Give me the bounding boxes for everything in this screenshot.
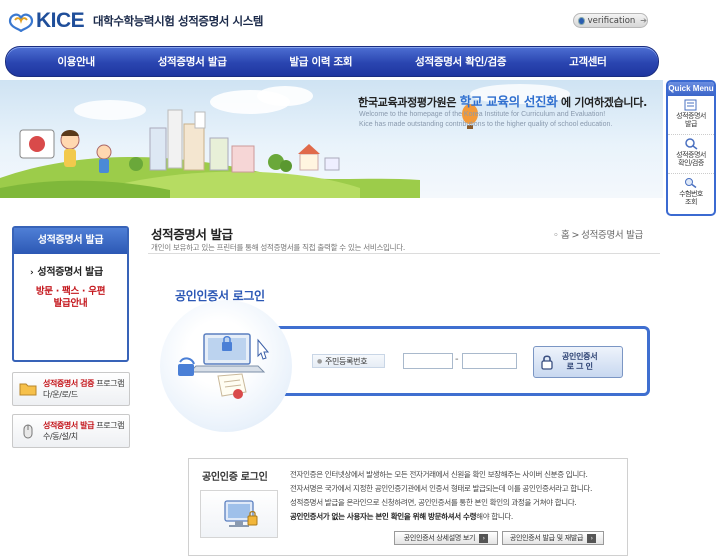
info-line-3: 성적증명서 발급을 온라인으로 신청하려면, 공인인증서를 통한 본인 확인의 … bbox=[290, 498, 577, 507]
breadcrumb-home[interactable]: 홈 bbox=[561, 230, 570, 241]
download-verify-label: 성적증명서 검증 프로그램 다/운/로/드 bbox=[43, 379, 125, 399]
arrow-right-icon: › bbox=[587, 533, 597, 543]
quick-menu: Quick Menu 성적증명서 발급 성적증명서 확인/검증 수험번호 조회 bbox=[666, 80, 716, 216]
system-title: 대학수학능력시험 성적증명서 시스템 bbox=[93, 14, 264, 28]
verification-button[interactable]: verification ➔ bbox=[573, 13, 648, 28]
sidebar-item-label: 발급안내 bbox=[53, 298, 88, 309]
quick-menu-title: Quick Menu bbox=[668, 82, 714, 96]
nav-item-support[interactable]: 고객센터 bbox=[569, 54, 607, 69]
folder-icon bbox=[19, 383, 37, 396]
info-line-1: 전자인증은 인터넷상에서 발생하는 모든 전자거래에서 신원을 확인 보장해주는… bbox=[290, 470, 588, 479]
verification-label: verification bbox=[587, 15, 636, 26]
breadcrumb-separator: > bbox=[571, 230, 580, 241]
monitor-lock-icon bbox=[224, 500, 258, 527]
lock-icon bbox=[541, 355, 553, 370]
banner-slogan-post: 에 기여하겠습니다. bbox=[560, 96, 647, 109]
quick-menu-label: 성적증명서 확인/검증 bbox=[676, 151, 706, 167]
sidebar-item-label: 방문 · 팩스 · 우편 bbox=[35, 286, 106, 297]
resident-number-dash: - bbox=[455, 354, 459, 365]
document-icon bbox=[684, 99, 697, 111]
resident-number-back-input[interactable] bbox=[462, 353, 517, 369]
page-description: 개인이 보유하고 있는 프린터를 통해 성적증명서를 직접 출력할 수 있는 서… bbox=[151, 243, 405, 252]
banner-slogan: 한국교육과정평가원은 학교 교육의 선진화 에 기여하겠습니다. bbox=[358, 91, 647, 110]
main-nav: 이용안내 성적증명서 발급 발급 이력 조회 성적증명서 확인/검증 고객센터 bbox=[5, 46, 659, 77]
quick-menu-label: 성적증명서 발급 bbox=[676, 112, 706, 128]
bullet-icon: ● bbox=[317, 357, 322, 365]
certificate-issue-label: 공인인증서 발급 및 재발급 bbox=[509, 534, 584, 542]
breadcrumb-home-icon: ◦ bbox=[553, 230, 559, 241]
laptop-lock-illustration bbox=[178, 333, 270, 399]
certificate-login-button[interactable]: 공인인증서 로 그 인 bbox=[533, 346, 623, 378]
banner-english-line-2: Kice has made outstanding contributions … bbox=[359, 121, 613, 128]
chevron-right-icon: › bbox=[30, 268, 34, 278]
breadcrumb: ◦ 홈 > 성적증명서 발급 bbox=[553, 227, 643, 241]
certificate-login-label: 공인인증서 로 그 인 bbox=[562, 352, 598, 371]
install-issue-program-button[interactable]: 성적증명서 발급 프로그램 수/동/설/치 bbox=[12, 414, 130, 448]
info-notice-bold: 공인인증서가 없는 사용자는 본인 확인을 위해 방문하셔서 수령 bbox=[290, 512, 477, 521]
info-illustration bbox=[200, 490, 278, 538]
nav-item-guide[interactable]: 이용안내 bbox=[57, 54, 95, 69]
arrow-right-icon: › bbox=[479, 533, 489, 543]
sidebar-item-issue[interactable]: › 성적증명서 발급 bbox=[30, 263, 127, 278]
title-divider bbox=[148, 253, 660, 254]
certificate-guide-label: 공인인증서 상세설명 보기 bbox=[403, 534, 476, 542]
quick-menu-item-lookup[interactable]: 수험번호 조회 bbox=[668, 174, 714, 213]
sidebar-item-offline-guide[interactable]: 방문 · 팩스 · 우편 발급안내 bbox=[14, 286, 127, 310]
quick-menu-label: 수험번호 조회 bbox=[679, 190, 703, 206]
info-line-2: 전자서명은 국가에서 지정한 공인인증기관에서 인증서 형태로 발급되는데 이를… bbox=[290, 484, 592, 493]
mouse-icon bbox=[23, 424, 33, 439]
resident-number-front-input[interactable] bbox=[403, 353, 453, 369]
quick-menu-item-verify[interactable]: 성적증명서 확인/검증 bbox=[668, 135, 714, 174]
certificate-guide-button[interactable]: 공인인증서 상세설명 보기 › bbox=[394, 531, 498, 545]
sidebar-item-label: 성적증명서 발급 bbox=[37, 267, 103, 278]
page-title: 성적증명서 발급 bbox=[151, 227, 233, 242]
kice-logo[interactable]: KICE bbox=[6, 9, 86, 33]
nav-item-verify[interactable]: 성적증명서 확인/검증 bbox=[415, 54, 506, 69]
logo-text: KICE bbox=[36, 9, 85, 32]
nav-item-history[interactable]: 발급 이력 조회 bbox=[289, 54, 352, 69]
breadcrumb-current: 성적증명서 발급 bbox=[581, 230, 643, 241]
quick-menu-item-issue[interactable]: 성적증명서 발급 bbox=[668, 96, 714, 135]
nav-item-issue[interactable]: 성적증명서 발급 bbox=[158, 54, 227, 69]
install-issue-label: 성적증명서 발급 프로그램 수/동/설/치 bbox=[43, 421, 125, 441]
info-title: 공인인증 로그인 bbox=[202, 472, 268, 483]
login-illustration bbox=[160, 300, 292, 432]
download-verify-program-button[interactable]: 성적증명서 검증 프로그램 다/운/로/드 bbox=[12, 372, 130, 406]
kice-logo-icon bbox=[8, 13, 34, 32]
banner-english-line-1: Welcome to the homepage of the Korea Ins… bbox=[359, 111, 606, 118]
banner-slogan-highlight: 학교 교육의 선진화 bbox=[459, 94, 558, 109]
sidebar-menu: 성적증명서 발급 › 성적증명서 발급 방문 · 팩스 · 우편 발급안내 bbox=[12, 226, 129, 362]
resident-number-label: ● 주민등록번호 bbox=[312, 354, 385, 368]
banner-english-text: Welcome to the homepage of the Korea Ins… bbox=[359, 110, 659, 130]
banner-slogan-pre: 한국교육과정평가원은 bbox=[358, 96, 457, 109]
info-notice: 공인인증서가 없는 사용자는 본인 확인을 위해 방문하셔서 수령해야 합니다. bbox=[290, 511, 513, 522]
search-icon bbox=[685, 178, 697, 189]
globe-icon bbox=[578, 16, 585, 25]
magnifier-icon bbox=[685, 138, 698, 150]
sidebar-header: 성적증명서 발급 bbox=[14, 228, 127, 254]
arrow-right-icon: ➔ bbox=[640, 16, 647, 25]
info-notice-rest: 해야 합니다. bbox=[476, 512, 513, 521]
certificate-issue-button[interactable]: 공인인증서 발급 및 재발급 › bbox=[502, 531, 604, 545]
